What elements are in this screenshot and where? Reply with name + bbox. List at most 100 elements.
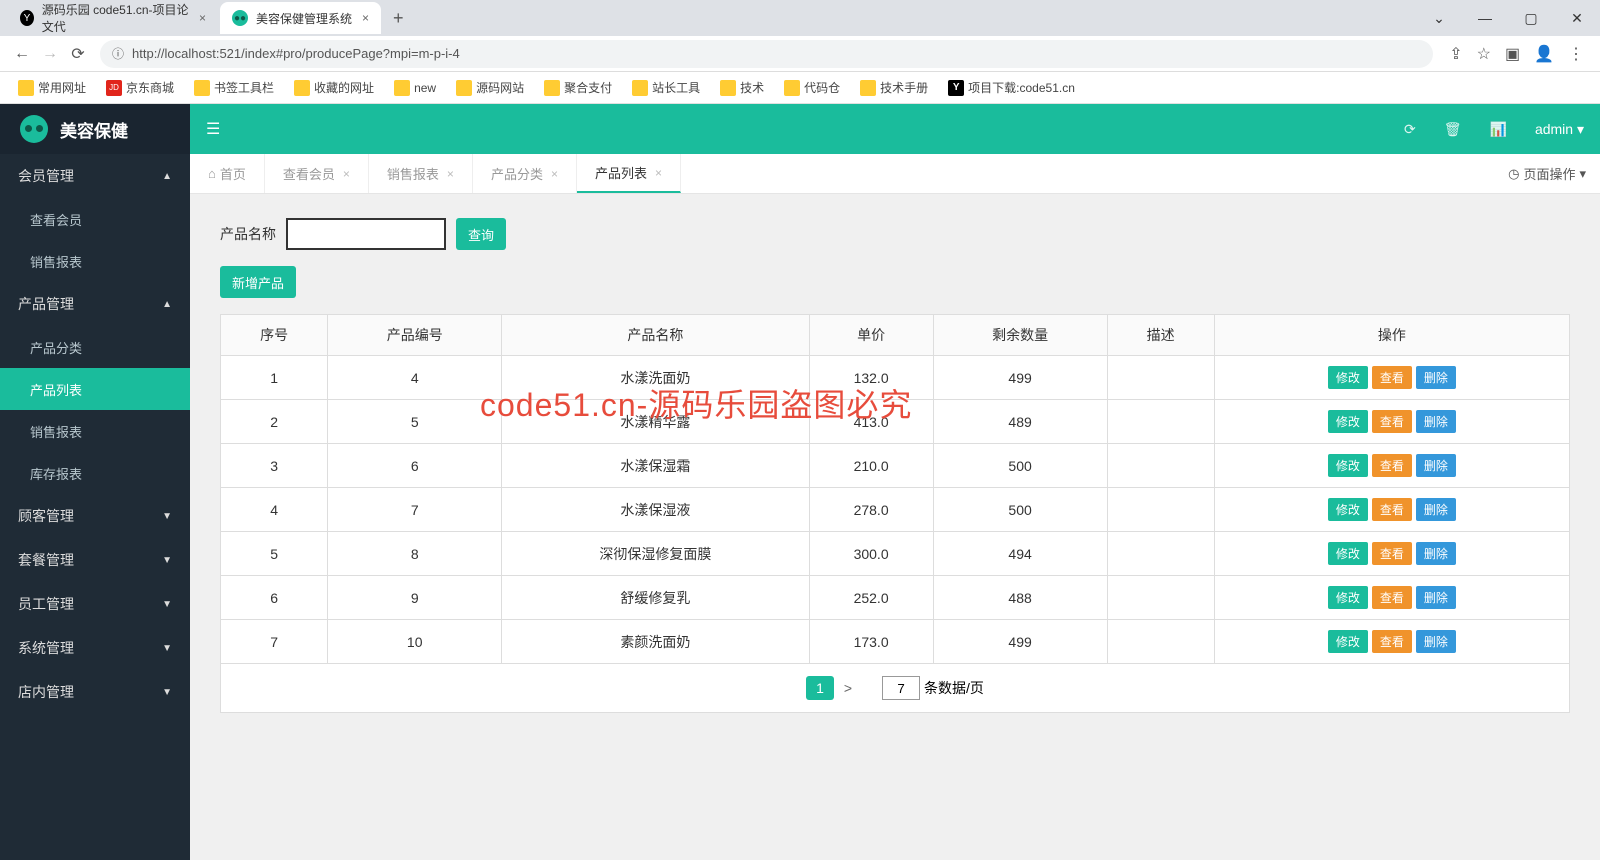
menu-group-header[interactable]: 系统管理▼ xyxy=(0,626,190,670)
bookmark-item[interactable]: 技术手册 xyxy=(852,77,936,98)
view-button[interactable]: 查看 xyxy=(1372,542,1412,565)
edit-button[interactable]: 修改 xyxy=(1328,366,1368,389)
bookmark-item[interactable]: 源码网站 xyxy=(448,77,532,98)
url-input[interactable]: ⓘ http://localhost:521/index#pro/produce… xyxy=(100,40,1433,68)
page-operations-menu[interactable]: ◷ 页面操作 ▾ xyxy=(1494,154,1600,193)
table-cell: 水漾洗面奶 xyxy=(502,356,809,400)
page-tab[interactable]: ⌂首页 xyxy=(190,154,265,193)
menu-item[interactable]: 销售报表 xyxy=(0,410,190,452)
delete-button[interactable]: 删除 xyxy=(1416,586,1456,609)
menu-group-header[interactable]: 产品管理▲ xyxy=(0,282,190,326)
minimize-button[interactable]: — xyxy=(1462,10,1508,27)
menu-group-header[interactable]: 会员管理▲ xyxy=(0,154,190,198)
bookmark-item[interactable]: 聚合支付 xyxy=(536,77,620,98)
page-tab[interactable]: 销售报表× xyxy=(369,154,473,193)
page-current[interactable]: 1 xyxy=(806,676,834,700)
maximize-button[interactable]: ▢ xyxy=(1508,10,1554,27)
menu-item[interactable]: 查看会员 xyxy=(0,198,190,240)
star-icon[interactable]: ☆ xyxy=(1477,44,1491,64)
menu-group-header[interactable]: 店内管理▼ xyxy=(0,670,190,714)
edit-button[interactable]: 修改 xyxy=(1328,630,1368,653)
add-product-button[interactable]: 新增产品 xyxy=(220,266,296,298)
bookmark-item[interactable]: 收藏的网址 xyxy=(286,77,382,98)
close-icon[interactable]: × xyxy=(199,11,206,25)
dropdown-icon[interactable]: ⌄ xyxy=(1416,10,1462,27)
profile-icon[interactable]: 👤 xyxy=(1534,44,1554,64)
menu-item[interactable]: 销售报表 xyxy=(0,240,190,282)
back-button[interactable]: ← xyxy=(8,45,36,63)
bookmark-item[interactable]: 常用网址 xyxy=(10,77,94,98)
chevron-down-icon: ▼ xyxy=(162,555,172,566)
delete-button[interactable]: 删除 xyxy=(1416,454,1456,477)
close-icon[interactable]: × xyxy=(655,166,662,180)
table-cell: 1 xyxy=(221,356,328,400)
trash-icon[interactable]: 🗑 xyxy=(1444,121,1462,138)
reload-button[interactable]: ⟳ xyxy=(64,44,92,64)
tab-title: 美容保健管理系统 xyxy=(256,10,352,27)
product-name-input[interactable] xyxy=(286,218,446,250)
table-cell: 素颜洗面奶 xyxy=(502,620,809,664)
extensions-icon[interactable]: ▣ xyxy=(1505,44,1520,64)
menu-group-header[interactable]: 顾客管理▼ xyxy=(0,494,190,538)
delete-button[interactable]: 删除 xyxy=(1416,498,1456,521)
view-button[interactable]: 查看 xyxy=(1372,630,1412,653)
browser-tab-active[interactable]: ●● 美容保健管理系统 × xyxy=(220,2,381,34)
menu-item[interactable]: 产品分类 xyxy=(0,326,190,368)
bookmark-item[interactable]: 书签工具栏 xyxy=(186,77,282,98)
close-icon[interactable]: × xyxy=(447,167,454,181)
browser-tab[interactable]: Y 源码乐园 code51.cn-项目论文代 × xyxy=(8,2,218,34)
close-icon[interactable]: × xyxy=(551,167,558,181)
delete-button[interactable]: 删除 xyxy=(1416,410,1456,433)
edit-button[interactable]: 修改 xyxy=(1328,498,1368,521)
share-icon[interactable]: ⇪ xyxy=(1449,44,1462,64)
edit-button[interactable]: 修改 xyxy=(1328,586,1368,609)
table-cell: 132.0 xyxy=(809,356,933,400)
new-tab-button[interactable]: + xyxy=(383,8,414,29)
page-size-input[interactable] xyxy=(882,676,920,700)
page-tab[interactable]: 产品列表× xyxy=(577,154,681,193)
bookmark-item[interactable]: Y项目下载:code51.cn xyxy=(940,77,1083,98)
bookmark-item[interactable]: 技术 xyxy=(712,77,772,98)
edit-button[interactable]: 修改 xyxy=(1328,542,1368,565)
table-actions-cell: 修改查看删除 xyxy=(1214,356,1569,400)
delete-button[interactable]: 删除 xyxy=(1416,366,1456,389)
close-icon[interactable]: × xyxy=(362,11,369,25)
page-tab[interactable]: 产品分类× xyxy=(473,154,577,193)
dashboard-icon[interactable]: 📊 xyxy=(1490,121,1507,138)
bookmark-item[interactable]: 站长工具 xyxy=(624,77,708,98)
delete-button[interactable]: 删除 xyxy=(1416,542,1456,565)
table-cell xyxy=(1107,532,1214,576)
user-menu[interactable]: admin ▾ xyxy=(1535,121,1584,138)
chevron-up-icon: ▲ xyxy=(162,171,172,182)
table-header-cell: 剩余数量 xyxy=(933,315,1107,356)
menu-group-header[interactable]: 套餐管理▼ xyxy=(0,538,190,582)
page-size-label: 条数据/页 xyxy=(924,678,984,698)
bookmark-item[interactable]: JD京东商城 xyxy=(98,77,182,98)
view-button[interactable]: 查看 xyxy=(1372,366,1412,389)
search-button[interactable]: 查询 xyxy=(456,218,506,250)
view-button[interactable]: 查看 xyxy=(1372,498,1412,521)
home-icon: ⌂ xyxy=(208,166,216,181)
view-button[interactable]: 查看 xyxy=(1372,586,1412,609)
menu-item[interactable]: 产品列表 xyxy=(0,368,190,410)
menu-icon[interactable]: ⋮ xyxy=(1568,44,1584,64)
refresh-icon[interactable]: ⟳ xyxy=(1404,121,1416,138)
close-button[interactable]: ✕ xyxy=(1554,10,1600,27)
toggle-sidebar-icon[interactable]: ☰ xyxy=(206,119,220,139)
menu-group-header[interactable]: 员工管理▼ xyxy=(0,582,190,626)
table-cell: 7 xyxy=(328,488,502,532)
page-tab[interactable]: 查看会员× xyxy=(265,154,369,193)
bookmark-item[interactable]: 代码仓 xyxy=(776,77,848,98)
page-next-button[interactable]: > xyxy=(844,680,852,696)
table-row: 69舒缓修复乳252.0488修改查看删除 xyxy=(221,576,1570,620)
table-actions-cell: 修改查看删除 xyxy=(1214,400,1569,444)
edit-button[interactable]: 修改 xyxy=(1328,410,1368,433)
close-icon[interactable]: × xyxy=(343,167,350,181)
forward-button[interactable]: → xyxy=(36,45,64,63)
delete-button[interactable]: 删除 xyxy=(1416,630,1456,653)
view-button[interactable]: 查看 xyxy=(1372,410,1412,433)
bookmark-item[interactable]: new xyxy=(386,78,444,98)
view-button[interactable]: 查看 xyxy=(1372,454,1412,477)
menu-item[interactable]: 库存报表 xyxy=(0,452,190,494)
edit-button[interactable]: 修改 xyxy=(1328,454,1368,477)
